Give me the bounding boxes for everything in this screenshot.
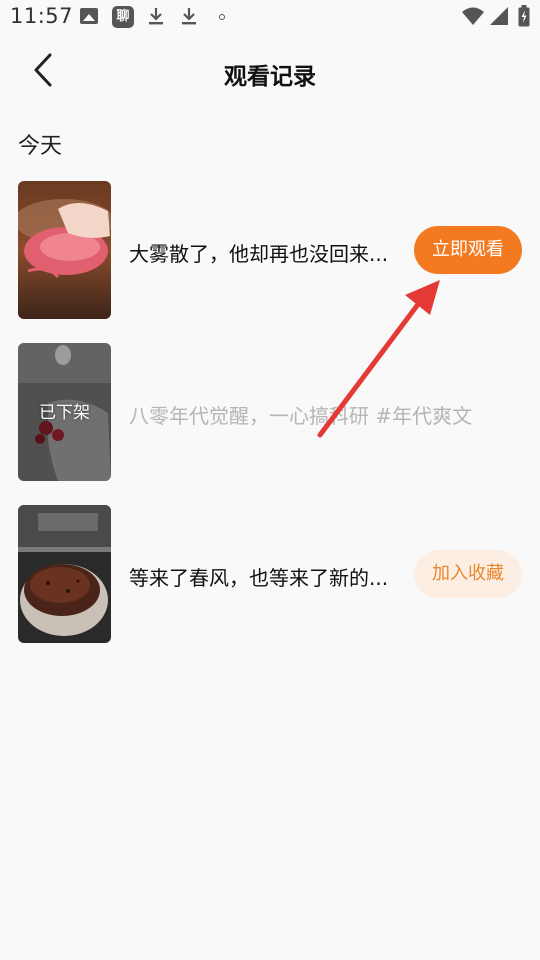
video-thumbnail: 已下架 [18,343,111,481]
section-title-today: 今天 [18,134,63,159]
list-item[interactable]: 等来了春风，也等来了新的... 加入收藏 [0,504,540,644]
notification-dot-icon [219,14,225,20]
video-thumbnail[interactable] [18,181,111,319]
signal-icon [489,6,509,30]
status-time: 11:57 [10,4,74,28]
wifi-icon [462,6,484,30]
list-item[interactable]: 大雾散了，他却再也没回来... 立即观看 [0,180,540,320]
removed-badge: 已下架 [39,403,90,423]
watch-now-button[interactable]: 立即观看 [414,226,522,274]
image-notification-icon [80,8,98,24]
video-title[interactable]: 等来了春风，也等来了新的... [129,562,399,591]
video-thumbnail[interactable] [18,505,111,643]
list-item[interactable]: 已下架 八零年代觉醒，一心搞科研 #年代爽文 [0,342,540,482]
app-notification-icon: 聊 [112,6,134,28]
status-bar: 11:57 聊 [0,0,540,36]
header: 观看记录 [0,40,540,106]
page-title: 观看记录 [224,64,316,90]
download-icon [181,6,197,26]
video-title[interactable]: 大雾散了，他却再也没回来... [129,238,399,267]
download-icon [148,6,164,26]
video-title: 八零年代觉醒，一心搞科研 #年代爽文 [129,404,473,428]
watch-history-screen: 11:57 聊 观看记录 今天 大雾散了，他却再也没回来... 立即观看 已下架… [0,0,540,960]
add-to-favorites-button[interactable]: 加入收藏 [414,550,522,598]
battery-icon [518,5,530,31]
